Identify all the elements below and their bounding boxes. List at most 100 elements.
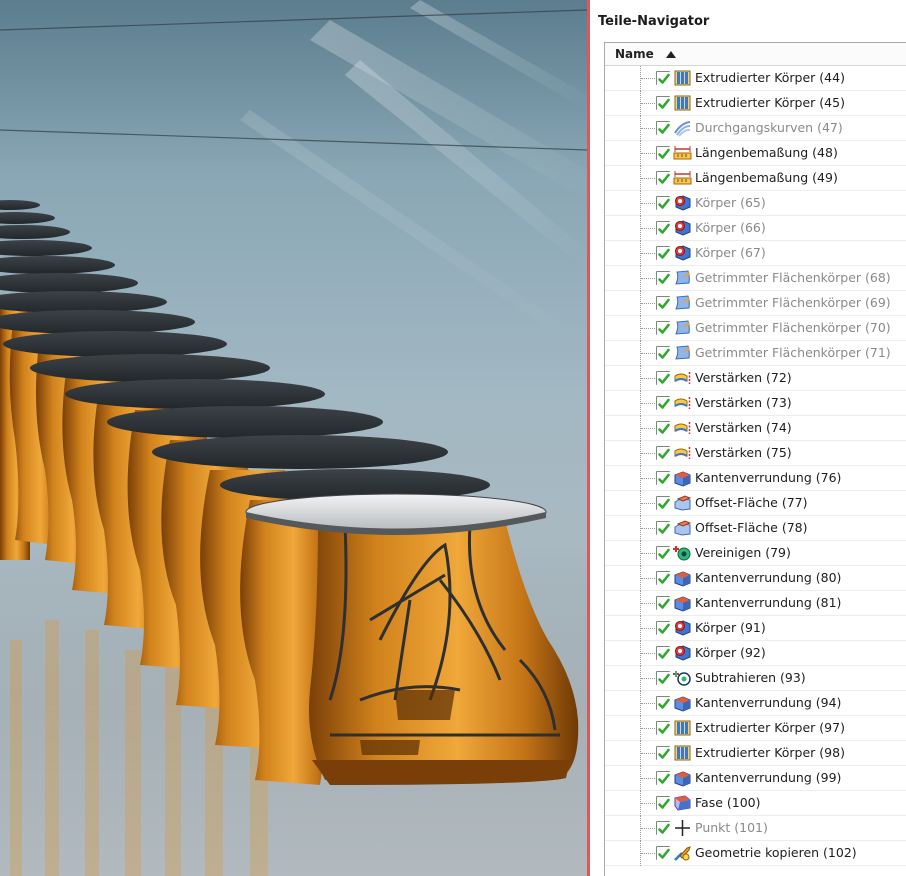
tree-connector-line <box>641 553 655 554</box>
feature-label: Extrudierter Körper (97) <box>695 720 845 735</box>
feature-row[interactable]: Kantenverrundung (76) <box>605 466 906 491</box>
feature-row[interactable]: Verstärken (73) <box>605 391 906 416</box>
feature-row[interactable]: Körper (92) <box>605 641 906 666</box>
feature-row[interactable]: Extrudierter Körper (45) <box>605 91 906 116</box>
thicken-icon <box>673 419 692 437</box>
feature-row[interactable]: Verstärken (72) <box>605 366 906 391</box>
unite-icon <box>673 544 692 562</box>
length-dimension-icon <box>673 144 692 162</box>
visibility-checkbox[interactable] <box>656 146 671 161</box>
visibility-checkbox[interactable] <box>656 396 671 411</box>
subtract-icon <box>673 669 692 687</box>
feature-row[interactable]: Subtrahieren (93) <box>605 666 906 691</box>
visibility-checkbox[interactable] <box>656 846 671 861</box>
visibility-checkbox[interactable] <box>656 721 671 736</box>
visibility-checkbox[interactable] <box>656 371 671 386</box>
visibility-checkbox[interactable] <box>656 621 671 636</box>
visibility-checkbox[interactable] <box>656 471 671 486</box>
3d-model-scene[interactable] <box>0 0 587 876</box>
tree-connector-line <box>641 728 655 729</box>
feature-row[interactable]: Getrimmter Flächenkörper (69) <box>605 291 906 316</box>
feature-row[interactable]: Kantenverrundung (81) <box>605 591 906 616</box>
visibility-checkbox[interactable] <box>656 671 671 686</box>
background-light-rays <box>240 0 587 355</box>
feature-label: Verstärken (75) <box>695 445 792 460</box>
visibility-checkbox[interactable] <box>656 246 671 261</box>
feature-row[interactable]: Offset-Fläche (78) <box>605 516 906 541</box>
feature-row[interactable]: Extrudierter Körper (44) <box>605 66 906 91</box>
visibility-checkbox[interactable] <box>656 96 671 111</box>
feature-row[interactable]: Verstärken (74) <box>605 416 906 441</box>
length-dimension-icon <box>673 169 692 187</box>
visibility-checkbox[interactable] <box>656 71 671 86</box>
feature-label: Körper (66) <box>695 220 766 235</box>
visibility-checkbox[interactable] <box>656 346 671 361</box>
feature-row[interactable]: Fase (100) <box>605 791 906 816</box>
column-name-label: Name <box>615 47 654 61</box>
feature-row[interactable]: Getrimmter Flächenkörper (70) <box>605 316 906 341</box>
feature-row[interactable]: Körper (91) <box>605 616 906 641</box>
column-header-name[interactable]: Name <box>605 43 906 66</box>
visibility-checkbox[interactable] <box>656 421 671 436</box>
visibility-checkbox[interactable] <box>656 696 671 711</box>
feature-row[interactable]: Längenbemaßung (49) <box>605 166 906 191</box>
tree-connector-line <box>641 153 655 154</box>
visibility-checkbox[interactable] <box>656 546 671 561</box>
visibility-checkbox[interactable] <box>656 446 671 461</box>
visibility-checkbox[interactable] <box>656 221 671 236</box>
tree-connector-line <box>641 203 655 204</box>
tree-connector-line <box>641 228 655 229</box>
feature-row[interactable]: Körper (65) <box>605 191 906 216</box>
feature-row[interactable]: Vereinigen (79) <box>605 541 906 566</box>
visibility-checkbox[interactable] <box>656 121 671 136</box>
offset-face-icon <box>673 494 692 512</box>
feature-label: Kantenverrundung (80) <box>695 570 842 585</box>
feature-label: Körper (67) <box>695 245 766 260</box>
tree-connector-line <box>641 328 655 329</box>
feature-label: Kantenverrundung (76) <box>695 470 842 485</box>
visibility-checkbox[interactable] <box>656 796 671 811</box>
visibility-checkbox[interactable] <box>656 271 671 286</box>
feature-label: Kantenverrundung (99) <box>695 770 842 785</box>
tree-connector-line <box>641 453 655 454</box>
visibility-checkbox[interactable] <box>656 171 671 186</box>
feature-rows: Extrudierter Körper (44) Extrudierter Kör… <box>605 66 906 866</box>
feature-row[interactable]: Offset-Fläche (77) <box>605 491 906 516</box>
feature-row[interactable]: Extrudierter Körper (98) <box>605 741 906 766</box>
feature-label: Durchgangskurven (47) <box>695 120 843 135</box>
feature-label: Offset-Fläche (77) <box>695 495 808 510</box>
feature-row[interactable]: Kantenverrundung (80) <box>605 566 906 591</box>
visibility-checkbox[interactable] <box>656 496 671 511</box>
feature-row[interactable]: Körper (67) <box>605 241 906 266</box>
feature-row[interactable]: Kantenverrundung (94) <box>605 691 906 716</box>
body-icon <box>673 619 692 637</box>
visibility-checkbox[interactable] <box>656 596 671 611</box>
feature-row[interactable]: Durchgangskurven (47) <box>605 116 906 141</box>
visibility-checkbox[interactable] <box>656 821 671 836</box>
visibility-checkbox[interactable] <box>656 571 671 586</box>
visibility-checkbox[interactable] <box>656 196 671 211</box>
feature-row[interactable]: Längenbemaßung (48) <box>605 141 906 166</box>
feature-label: Kantenverrundung (81) <box>695 595 842 610</box>
feature-row[interactable]: Verstärken (75) <box>605 441 906 466</box>
tree-connector-line <box>641 78 655 79</box>
tree-connector-line <box>641 503 655 504</box>
feature-label: Körper (65) <box>695 195 766 210</box>
visibility-checkbox[interactable] <box>656 646 671 661</box>
feature-row[interactable]: Geometrie kopieren (102) <box>605 841 906 866</box>
feature-row[interactable]: Kantenverrundung (99) <box>605 766 906 791</box>
thicken-icon <box>673 394 692 412</box>
feature-row[interactable]: Extrudierter Körper (97) <box>605 716 906 741</box>
point-icon <box>673 819 692 837</box>
feature-tree[interactable]: Name Extrudierter Körper (44) Extrudierte… <box>604 42 906 876</box>
visibility-checkbox[interactable] <box>656 521 671 536</box>
visibility-checkbox[interactable] <box>656 296 671 311</box>
visibility-checkbox[interactable] <box>656 746 671 761</box>
visibility-checkbox[interactable] <box>656 321 671 336</box>
feature-row[interactable]: Getrimmter Flächenkörper (71) <box>605 341 906 366</box>
feature-row[interactable]: Körper (66) <box>605 216 906 241</box>
feature-row[interactable]: Punkt (101) <box>605 816 906 841</box>
feature-row[interactable]: Getrimmter Flächenkörper (68) <box>605 266 906 291</box>
graphics-viewport[interactable] <box>0 0 587 876</box>
visibility-checkbox[interactable] <box>656 771 671 786</box>
